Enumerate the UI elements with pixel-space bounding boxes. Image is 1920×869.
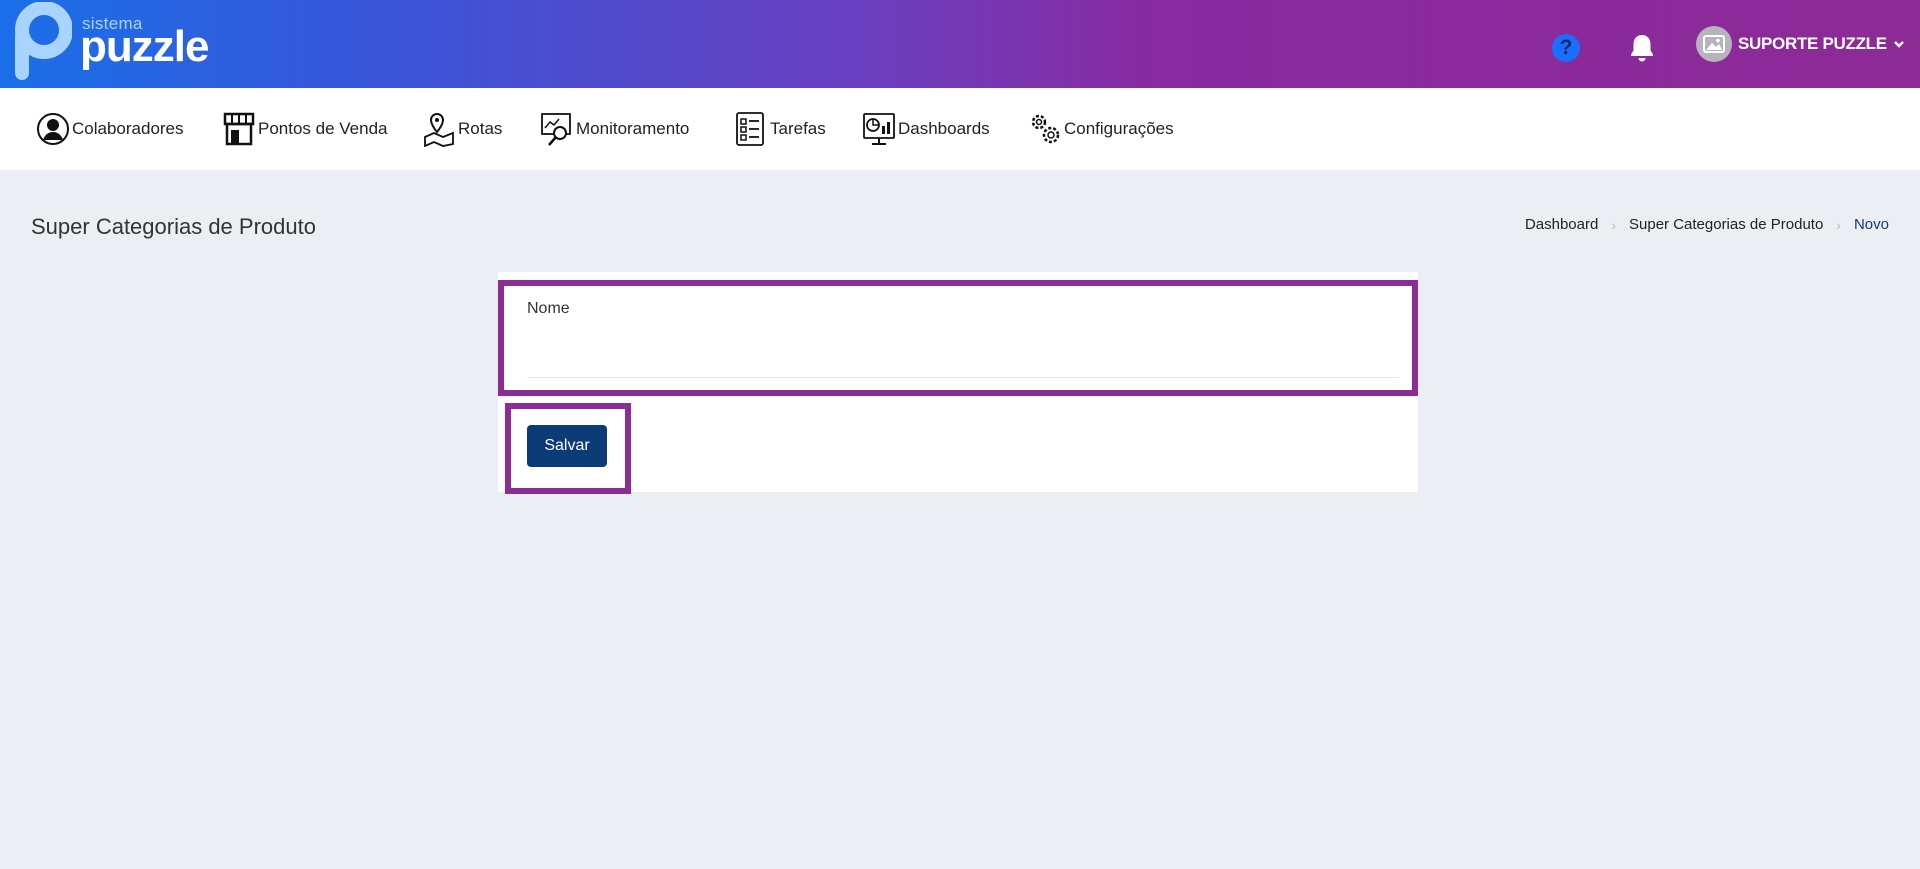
help-icon[interactable]: ? xyxy=(1552,34,1580,62)
gears-icon xyxy=(1031,114,1060,144)
bell-icon[interactable] xyxy=(1626,32,1658,64)
nav-item-tarefas[interactable]: Tarefas xyxy=(734,110,826,148)
name-field-highlight xyxy=(498,280,1418,396)
nav-item-pontos-de-venda[interactable]: Pontos de Venda xyxy=(222,110,388,148)
nav-label: Tarefas xyxy=(770,119,826,138)
nav-label: Colaboradores xyxy=(72,119,184,138)
dashboard-monitor-icon xyxy=(863,113,895,145)
avatar xyxy=(1696,26,1732,62)
nav-label: Pontos de Venda xyxy=(258,119,388,138)
breadcrumb: Dashboard › Super Categorias de Produto … xyxy=(1525,216,1889,233)
store-icon xyxy=(223,112,255,146)
nav-item-configuracoes[interactable]: Configurações xyxy=(1028,110,1174,148)
chevron-right-icon: › xyxy=(1611,216,1616,233)
logo-title: puzzle xyxy=(80,22,209,71)
image-placeholder-icon xyxy=(1703,35,1725,53)
logo-mark-icon xyxy=(15,2,72,80)
main-nav: Colaboradores Pontos de Venda Rotas Moni… xyxy=(0,88,1920,170)
breadcrumb-super-categorias[interactable]: Super Categorias de Produto xyxy=(1629,216,1823,233)
user-name: SUPORTE PUZZLE xyxy=(1738,34,1887,53)
user-menu[interactable]: SUPORTE PUZZLE xyxy=(1696,26,1905,62)
breadcrumb-current: Novo xyxy=(1853,216,1889,233)
breadcrumb-dashboard[interactable]: Dashboard xyxy=(1525,216,1598,233)
user-circle-icon xyxy=(37,113,69,145)
checklist-icon xyxy=(736,112,764,146)
nav-label: Monitoramento xyxy=(576,119,690,138)
nav-item-colaboradores[interactable]: Colaboradores xyxy=(36,110,184,148)
nav-label: Dashboards xyxy=(898,119,990,138)
chevron-right-icon: › xyxy=(1836,216,1841,233)
map-pin-icon xyxy=(424,112,454,147)
chevron-down-icon xyxy=(1893,41,1904,48)
nav-item-monitoramento[interactable]: Monitoramento xyxy=(540,110,689,148)
nav-item-rotas[interactable]: Rotas xyxy=(422,110,502,148)
save-button-highlight xyxy=(505,403,631,494)
nav-label: Configurações xyxy=(1064,119,1174,138)
logo[interactable]: sistema puzzle xyxy=(14,2,214,82)
page-title: Super Categorias de Produto xyxy=(31,214,316,239)
top-header: sistema puzzle ? SUPORTE PUZZLE xyxy=(0,0,1920,88)
nav-item-dashboards[interactable]: Dashboards xyxy=(862,110,990,148)
monitor-search-icon xyxy=(541,113,571,146)
nav-label: Rotas xyxy=(458,119,503,138)
